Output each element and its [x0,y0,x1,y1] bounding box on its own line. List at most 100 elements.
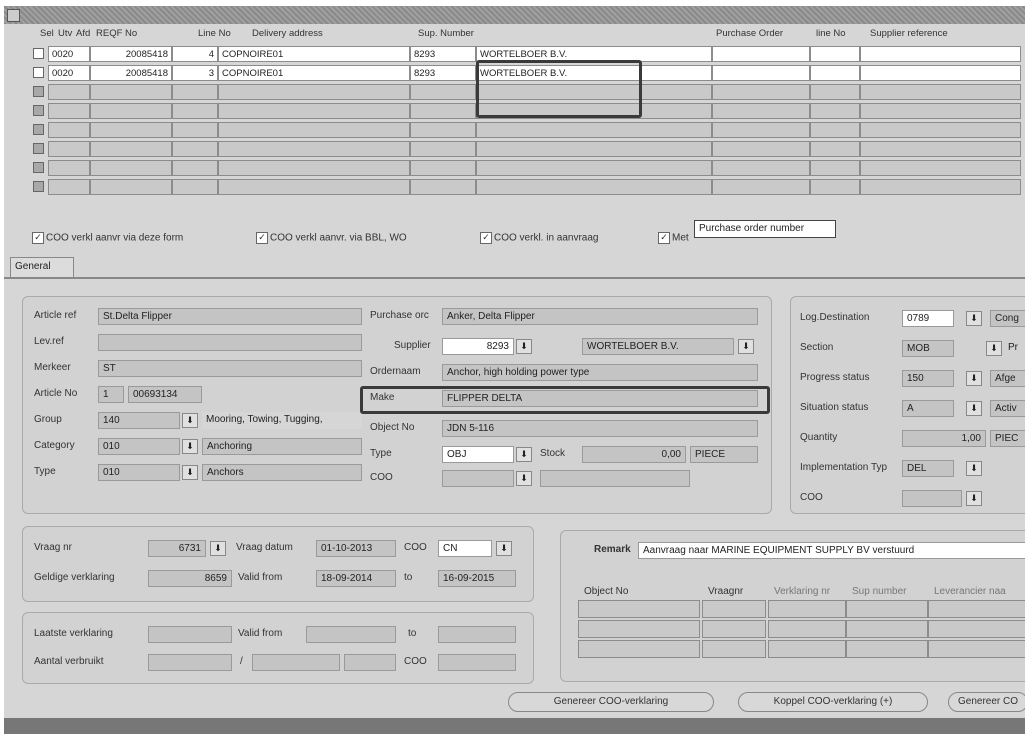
check-coo-aanvraag[interactable]: ✓ COO verkl. in aanvraag [480,232,599,244]
dropdown-arrow-icon[interactable]: ⬇ [516,471,532,486]
check-coo-bbl[interactable]: ✓ COO verkl aanvr. via BBL, WO [256,232,407,244]
grid-cell-sel[interactable] [30,84,48,100]
dropdown-arrow-icon[interactable]: ⬇ [966,371,982,386]
to2-field[interactable] [438,626,516,643]
grid-cell-po[interactable] [712,103,810,119]
grid-cell-delivery[interactable] [218,103,410,119]
grid-cell-poline[interactable] [810,103,860,119]
grid-cell-po[interactable] [712,46,810,62]
remark-grid-cell[interactable] [768,620,846,638]
tab-general[interactable]: General [10,257,74,277]
coo-field[interactable] [442,470,514,487]
row-select-checkbox[interactable] [33,86,44,97]
dropdown-arrow-icon[interactable]: ⬇ [210,541,226,556]
ordernaam-field[interactable]: Anchor, high holding power type [442,364,758,381]
grid-cell-sel[interactable] [30,160,48,176]
vraag-datum-field[interactable]: 01-10-2013 [316,540,396,557]
quantity-field[interactable]: 1,00 [902,430,986,447]
to-field[interactable]: 16-09-2015 [438,570,516,587]
article-no-b-field[interactable]: 00693134 [128,386,202,403]
grid-cell-poline[interactable] [810,46,860,62]
grid-cell-supplier[interactable] [476,179,712,195]
grid-cell-afd[interactable] [48,141,90,157]
progress-field[interactable]: 150 [902,370,954,387]
grid-cell-sel[interactable] [30,122,48,138]
remark-grid-cell[interactable] [846,640,928,658]
remark-grid-cell[interactable] [846,600,928,618]
impl-field[interactable]: DEL [902,460,954,477]
dropdown-arrow-icon[interactable]: ⬇ [966,311,982,326]
aantal-c-field[interactable] [344,654,396,671]
vraag-field[interactable]: 6731 [148,540,206,557]
supplier-name-field[interactable]: WORTELBOER B.V. [582,338,734,355]
grid-cell-sup[interactable] [410,179,476,195]
grid-cell-afd[interactable] [48,122,90,138]
row-select-checkbox[interactable] [33,143,44,154]
grid-cell-reqf[interactable] [90,122,172,138]
vraag-coo-field[interactable]: CN [438,540,492,557]
grid-cell-supplier[interactable] [476,160,712,176]
grid-cell-reqf[interactable] [90,84,172,100]
grid-cell-sup[interactable] [410,122,476,138]
row-select-checkbox[interactable] [33,181,44,192]
row-select-checkbox[interactable] [33,105,44,116]
grid-cell-po[interactable] [712,122,810,138]
grid-cell-reqf[interactable]: 20085418 [90,46,172,62]
grid-cell-supref[interactable] [860,141,1021,157]
valid-from-field[interactable]: 18-09-2014 [316,570,396,587]
grid-cell-supref[interactable] [860,84,1021,100]
remark-grid-cell[interactable] [928,640,1025,658]
grid-cell-line[interactable] [172,122,218,138]
valid-from2-field[interactable] [306,626,396,643]
situation-field[interactable]: A [902,400,954,417]
logdest-field[interactable]: 0789 [902,310,954,327]
grid-cell-supref[interactable] [860,179,1021,195]
laatste-field[interactable] [148,626,232,643]
grid-cell-delivery[interactable] [218,141,410,157]
purchase-field[interactable]: Anker, Delta Flipper [442,308,758,325]
dropdown-arrow-icon[interactable]: ⬇ [966,491,982,506]
check-met[interactable]: ✓ Met [658,232,689,244]
grid-cell-po[interactable] [712,141,810,157]
grid-cell-delivery[interactable] [218,84,410,100]
grid-cell-poline[interactable] [810,65,860,81]
aantal-field[interactable] [148,654,232,671]
dropdown-arrow-icon[interactable]: ⬇ [966,401,982,416]
grid-cell-line[interactable] [172,103,218,119]
row-select-checkbox[interactable] [33,124,44,135]
grid-cell-sup[interactable] [410,141,476,157]
grid-cell-reqf[interactable]: 20085418 [90,65,172,81]
grid-cell-afd[interactable]: 0020 [48,46,90,62]
grid-cell-sup[interactable] [410,160,476,176]
grid-cell-supref[interactable] [860,103,1021,119]
grid-cell-afd[interactable] [48,160,90,176]
row-select-checkbox[interactable] [33,162,44,173]
grid-cell-po[interactable] [712,179,810,195]
grid-cell-line[interactable] [172,179,218,195]
dropdown-arrow-icon[interactable]: ⬇ [182,413,198,428]
grid-cell-afd[interactable] [48,179,90,195]
dropdown-arrow-icon[interactable]: ⬇ [182,465,198,480]
grid-cell-po[interactable] [712,160,810,176]
grid-cell-afd[interactable] [48,103,90,119]
grid-cell-afd[interactable]: 0020 [48,65,90,81]
article-no-a-field[interactable]: 1 [98,386,124,403]
coo2-field[interactable] [902,490,962,507]
supplier-no-field[interactable]: 8293 [442,338,514,355]
grid-cell-supref[interactable] [860,65,1021,81]
grid-cell-sup[interactable]: 8293 [410,46,476,62]
aantal-b-field[interactable] [252,654,340,671]
dropdown-arrow-icon[interactable]: ⬇ [986,341,1002,356]
grid-cell-reqf[interactable] [90,160,172,176]
grid-cell-poline[interactable] [810,141,860,157]
grid-cell-delivery[interactable]: COPNOIRE01 [218,46,410,62]
grid-cell-line[interactable]: 3 [172,65,218,81]
genereer-coo-button[interactable]: Genereer COO-verklaring [508,692,714,712]
grid-cell-po[interactable] [712,84,810,100]
remark-grid-cell[interactable] [578,600,700,618]
dropdown-arrow-icon[interactable]: ⬇ [182,439,198,454]
grid-cell-poline[interactable] [810,84,860,100]
object-field[interactable]: JDN 5-116 [442,420,758,437]
remark-grid-cell[interactable] [768,640,846,658]
grid-cell-supref[interactable] [860,46,1021,62]
